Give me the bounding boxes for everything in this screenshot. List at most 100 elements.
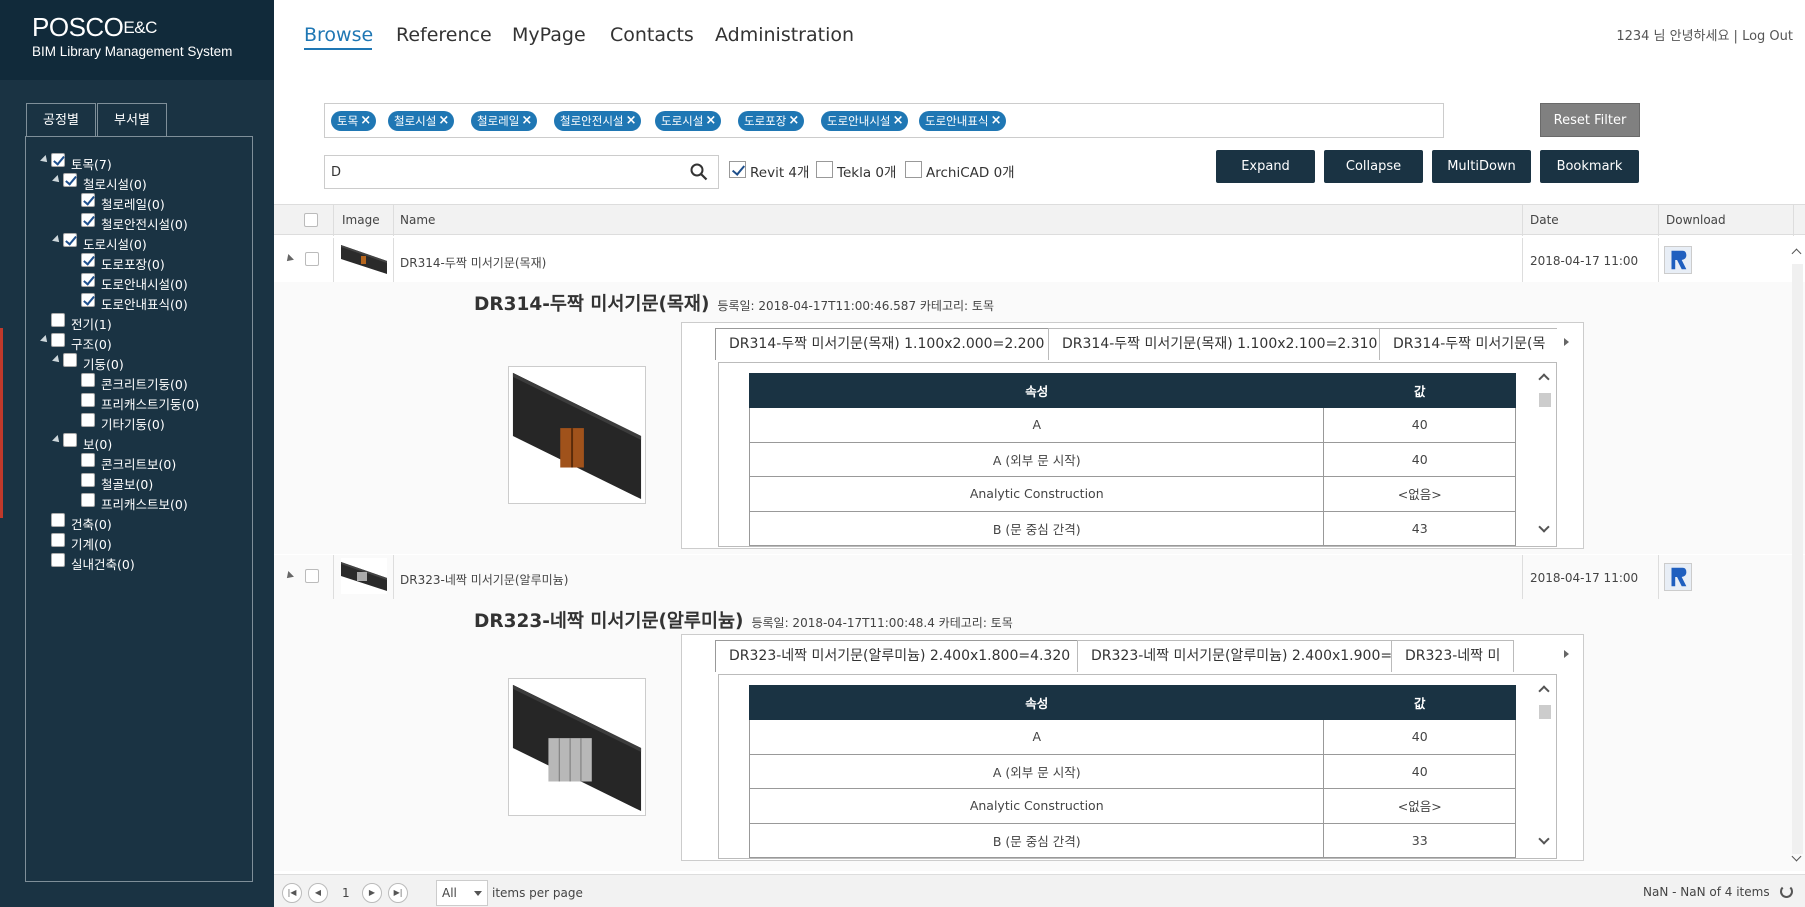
tab-by-process[interactable]: 공정별 <box>26 103 96 137</box>
tree-label[interactable]: 전기(1) <box>71 314 112 333</box>
page-number[interactable]: 1 <box>342 886 350 900</box>
tree-checkbox[interactable] <box>81 453 95 467</box>
bookmark-button[interactable]: Bookmark <box>1540 150 1639 183</box>
revit-download-icon[interactable] <box>1664 246 1692 274</box>
checkbox[interactable] <box>729 161 746 178</box>
checkbox[interactable] <box>905 161 922 178</box>
filter-chip[interactable]: 도로안내표식 × <box>919 111 1007 131</box>
row-name[interactable]: DR323-네짝 미서기문(알루미늄) <box>400 571 568 588</box>
collapse-row-icon[interactable] <box>284 254 294 264</box>
tree-label[interactable]: 콘크리트보(0) <box>101 454 176 473</box>
tree-label[interactable]: 철로안전시설(0) <box>101 214 188 233</box>
tree-checkbox[interactable] <box>81 493 95 507</box>
tree-checkbox[interactable] <box>63 353 77 367</box>
close-icon[interactable]: × <box>626 111 637 131</box>
tree-label[interactable]: 보(0) <box>83 434 112 453</box>
tree-label[interactable]: 구조(0) <box>71 334 112 353</box>
prev-page-button[interactable]: ◀ <box>308 883 328 903</box>
close-icon[interactable]: × <box>438 111 449 131</box>
expand-arrow-icon[interactable] <box>40 335 50 345</box>
next-page-button[interactable]: ▶ <box>362 883 382 903</box>
properties-scrollbar[interactable] <box>1538 369 1552 541</box>
close-icon[interactable]: × <box>788 111 799 131</box>
first-page-button[interactable]: |◀ <box>282 883 302 903</box>
expand-arrow-icon[interactable] <box>52 175 62 185</box>
column-image[interactable]: Image <box>342 213 380 227</box>
tree-label[interactable]: 토목(7) <box>71 154 112 173</box>
row-checkbox[interactable] <box>305 252 319 266</box>
scroll-track[interactable] <box>1792 264 1803 854</box>
type-tab[interactable]: DR323-네짝 미 <box>1391 640 1515 672</box>
multidown-button[interactable]: MultiDown <box>1432 150 1531 183</box>
model-thumbnail[interactable] <box>341 558 387 594</box>
expand-arrow-icon[interactable] <box>52 435 62 445</box>
tree-checkbox[interactable] <box>81 473 95 487</box>
tree-label[interactable]: 실내건축(0) <box>71 554 135 573</box>
tree-checkbox[interactable] <box>81 273 95 287</box>
tree-checkbox[interactable] <box>51 513 65 527</box>
type-tab[interactable]: DR314-두짝 미서기문(목재) 1.100x2.100=2.310 <box>1048 328 1392 360</box>
tree-checkbox[interactable] <box>81 373 95 387</box>
filter-chip[interactable]: 도로안내시설 × <box>821 111 909 131</box>
tree-checkbox[interactable] <box>81 413 95 427</box>
tree-checkbox[interactable] <box>81 253 95 267</box>
tree-label[interactable]: 기타기둥(0) <box>101 414 165 433</box>
close-icon[interactable]: × <box>705 111 716 131</box>
select-all-checkbox[interactable] <box>304 213 318 227</box>
tab-by-department[interactable]: 부서별 <box>97 103 167 137</box>
scroll-down-icon[interactable] <box>1538 833 1550 845</box>
column-date[interactable]: Date <box>1530 213 1559 227</box>
model-preview-image[interactable] <box>508 366 646 504</box>
search-icon[interactable] <box>690 163 708 181</box>
tree-label[interactable]: 콘크리트기둥(0) <box>101 374 188 393</box>
close-icon[interactable]: × <box>360 111 371 131</box>
page-size-select[interactable]: All <box>436 880 488 906</box>
type-tab[interactable]: DR314-두짝 미서기문(목재) 1.100x2.000=2.200 <box>715 328 1059 360</box>
model-thumbnail[interactable] <box>341 241 387 277</box>
revit-download-icon[interactable] <box>1664 563 1692 591</box>
tree-label[interactable]: 도로안내시설(0) <box>101 274 188 293</box>
tree-checkbox[interactable] <box>81 393 95 407</box>
filter-chip[interactable]: 도로시설 × <box>655 111 722 131</box>
row-name[interactable]: DR314-두짝 미서기문(목재) <box>400 254 546 271</box>
column-name[interactable]: Name <box>400 213 435 227</box>
tree-label[interactable]: 기계(0) <box>71 534 112 553</box>
nav-reference[interactable]: Reference <box>396 24 492 46</box>
expand-arrow-icon[interactable] <box>52 235 62 245</box>
nav-mypage[interactable]: MyPage <box>512 24 586 46</box>
tree-label[interactable]: 프리캐스트보(0) <box>101 494 188 513</box>
checkbox[interactable] <box>816 161 833 178</box>
tree-label[interactable]: 건축(0) <box>71 514 112 533</box>
type-tab[interactable]: DR323-네짝 미서기문(알루미늄) 2.400x1.800=4.320 <box>715 640 1085 672</box>
tree-checkbox[interactable] <box>63 233 77 247</box>
collapse-button[interactable]: Collapse <box>1324 150 1423 183</box>
collapse-row-icon[interactable] <box>284 571 294 581</box>
table-row[interactable]: DR323-네짝 미서기문(알루미늄) 2018-04-17 11:00 <box>274 555 1805 599</box>
close-icon[interactable]: × <box>991 111 1002 131</box>
nav-browse[interactable]: Browse <box>304 24 373 46</box>
last-page-button[interactable]: ▶| <box>388 883 408 903</box>
nav-contacts[interactable]: Contacts <box>610 24 694 46</box>
logo[interactable]: POSCOE&C BIM Library Management System <box>32 12 232 59</box>
nav-administration[interactable]: Administration <box>715 24 854 46</box>
scroll-thumb[interactable] <box>1539 705 1551 719</box>
tree-label[interactable]: 프리캐스트기둥(0) <box>101 394 199 413</box>
tab-scroll-right-icon[interactable] <box>1564 650 1569 658</box>
tree-checkbox[interactable] <box>51 313 65 327</box>
scroll-up-icon[interactable] <box>1538 685 1550 697</box>
filter-chip[interactable]: 철로레일 × <box>471 111 538 131</box>
scroll-down-icon[interactable] <box>1538 521 1550 533</box>
expand-arrow-icon[interactable] <box>52 355 62 365</box>
column-download[interactable]: Download <box>1666 213 1726 227</box>
scroll-up-icon[interactable] <box>1791 248 1802 259</box>
filter-chip[interactable]: 도로포장 × <box>738 111 805 131</box>
model-preview-image[interactable] <box>508 678 646 816</box>
tree-label[interactable]: 기둥(0) <box>83 354 124 373</box>
filter-chip[interactable]: 철로시설 × <box>388 111 455 131</box>
reset-filter-button[interactable]: Reset Filter <box>1540 103 1640 137</box>
user-greeting[interactable]: 1234 님 안녕하세요 | Log Out <box>1616 25 1793 44</box>
tree-checkbox[interactable] <box>51 333 65 347</box>
tree-checkbox[interactable] <box>51 533 65 547</box>
tree-checkbox[interactable] <box>51 553 65 567</box>
tab-scroll-right-icon[interactable] <box>1564 338 1569 346</box>
